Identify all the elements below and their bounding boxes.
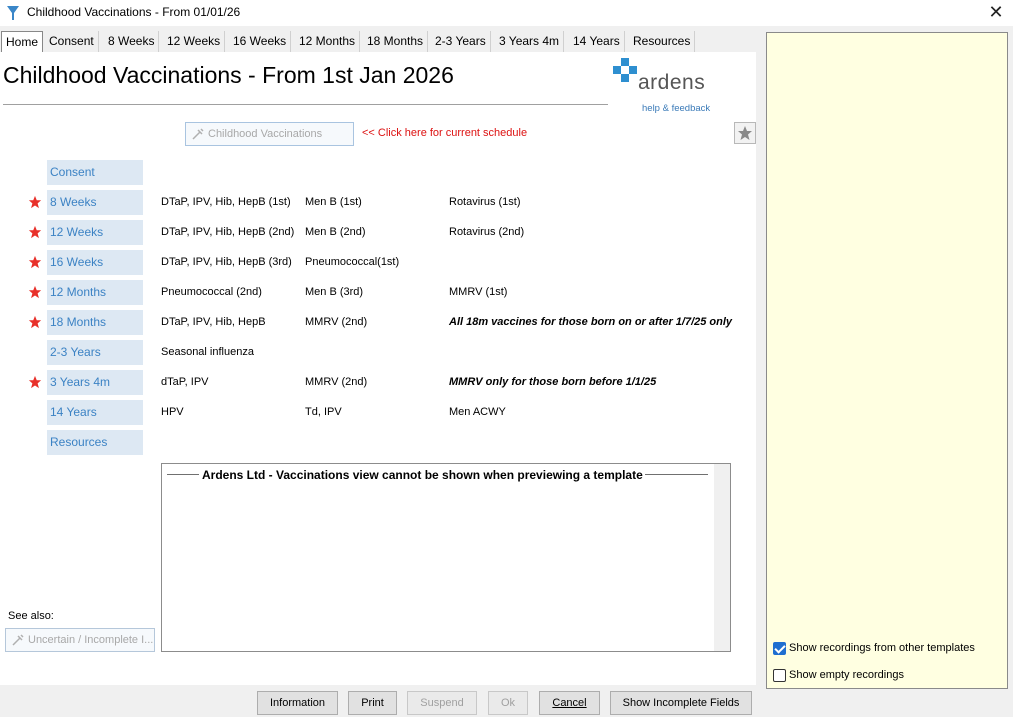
row-note: MMRV only for those born before 1/1/25 [449, 376, 657, 388]
ardens-cross-icon [613, 58, 637, 82]
window-title: Childhood Vaccinations - From 01/01/26 [27, 5, 241, 19]
star-icon [28, 225, 42, 239]
title-divider [3, 104, 608, 105]
tab-consent[interactable]: Consent [45, 31, 99, 52]
app-icon [7, 6, 19, 20]
schedule-row: 18 Months DTaP, IPV, Hib, HepB MMRV (2nd… [0, 310, 756, 335]
show-empty-label: Show empty recordings [789, 669, 904, 681]
row-label-18-months[interactable]: 18 Months [47, 310, 143, 335]
star-icon [28, 375, 42, 389]
schedule-row: 8 Weeks DTaP, IPV, Hib, HepB (1st) Men B… [0, 190, 756, 215]
tab-12-weeks[interactable]: 12 Weeks [163, 31, 226, 52]
row-vaccine-3: Rotavirus (1st) [449, 196, 521, 208]
legend-line-right [645, 474, 708, 475]
legend-line-left [167, 474, 199, 475]
uncertain-incomplete-button[interactable]: Uncertain / Incomplete I... [5, 628, 155, 652]
tab-8-weeks[interactable]: 8 Weeks [104, 31, 160, 52]
row-vaccine-1: HPV [161, 406, 184, 418]
schedule-row: 16 Weeks DTaP, IPV, Hib, HepB (3rd) Pneu… [0, 250, 756, 275]
tab-16-weeks[interactable]: 16 Weeks [229, 31, 292, 52]
row-vaccine-1: dTaP, IPV [161, 376, 209, 388]
row-vaccine-1: DTaP, IPV, Hib, HepB [161, 316, 266, 328]
page-title: Childhood Vaccinations - From 1st Jan 20… [3, 62, 454, 88]
tab-bar: Home Consent 8 Weeks 12 Weeks 16 Weeks 1… [0, 31, 760, 52]
row-label-8-weeks[interactable]: 8 Weeks [47, 190, 143, 215]
tab-12-months[interactable]: 12 Months [295, 31, 361, 52]
row-vaccine-1: DTaP, IPV, Hib, HepB (2nd) [161, 226, 295, 238]
star-icon [28, 315, 42, 329]
row-vaccine-3: Rotavirus (2nd) [449, 226, 525, 238]
row-label-3-years-4m[interactable]: 3 Years 4m [47, 370, 143, 395]
show-other-templates-checkbox[interactable] [773, 642, 786, 655]
cancel-button[interactable]: Cancel [539, 691, 600, 715]
help-feedback-link[interactable]: help & feedback [642, 103, 710, 114]
cancel-label: Cancel [552, 697, 587, 709]
row-vaccine-1: DTaP, IPV, Hib, HepB (1st) [161, 196, 291, 208]
syringe-icon [12, 634, 24, 646]
row-label-consent[interactable]: Consent [47, 160, 143, 185]
suspend-button[interactable]: Suspend [407, 691, 477, 715]
vaccinations-view-message: Ardens Ltd - Vaccinations view cannot be… [202, 468, 643, 482]
syringe-icon [192, 128, 204, 140]
show-incomplete-fields-button[interactable]: Show Incomplete Fields [610, 691, 752, 715]
row-vaccine-2: Td, IPV [305, 406, 342, 418]
schedule-row: 2-3 Years Seasonal influenza [0, 340, 756, 365]
vaccinations-view-scrollbar[interactable] [714, 464, 730, 651]
tab-home[interactable]: Home [1, 31, 44, 52]
row-label-12-weeks[interactable]: 12 Weeks [47, 220, 143, 245]
row-vaccine-1: Seasonal influenza [161, 346, 254, 358]
row-vaccine-1: Pneumococcal (2nd) [161, 286, 262, 298]
row-label-2-3-years[interactable]: 2-3 Years [47, 340, 143, 365]
childhood-vaccinations-button[interactable]: Childhood Vaccinations [185, 122, 354, 146]
row-vaccine-2: Pneumococcal(1st) [305, 256, 400, 268]
row-vaccine-3: MMRV (1st) [449, 286, 508, 298]
schedule-row: 12 Months Pneumococcal (2nd) Men B (3rd)… [0, 280, 756, 305]
row-label-12-months[interactable]: 12 Months [47, 280, 143, 305]
row-vaccine-2: Men B (2nd) [305, 226, 366, 238]
star-icon [28, 255, 42, 269]
row-vaccine-2: MMRV (2nd) [305, 316, 368, 328]
row-vaccine-3: Men ACWY [449, 406, 506, 418]
uncertain-incomplete-label: Uncertain / Incomplete I... [28, 634, 154, 646]
schedule-row: 14 Years HPV Td, IPV Men ACWY [0, 400, 756, 425]
see-also-label: See also: [8, 610, 54, 622]
vaccinations-view-panel: Ardens Ltd - Vaccinations view cannot be… [161, 463, 731, 652]
recordings-panel: Show recordings from other templates Sho… [766, 32, 1008, 689]
row-note: All 18m vaccines for those born on or af… [449, 316, 733, 328]
schedule-row: Resources [0, 430, 756, 455]
logo-wordmark: ardens [638, 71, 706, 94]
star-icon [28, 195, 42, 209]
title-bar: Childhood Vaccinations - From 01/01/26 ✕ [0, 0, 1013, 26]
childhood-vaccinations-label: Childhood Vaccinations [208, 128, 323, 140]
row-label-16-weeks[interactable]: 16 Weeks [47, 250, 143, 275]
star-icon [738, 126, 752, 140]
row-vaccine-2: MMRV (2nd) [305, 376, 368, 388]
tab-3-years-4m[interactable]: 3 Years 4m [495, 31, 565, 52]
row-vaccine-2: Men B (1st) [305, 196, 362, 208]
row-label-resources[interactable]: Resources [47, 430, 143, 455]
ok-button[interactable]: Ok [488, 691, 528, 715]
favourite-button[interactable] [734, 122, 756, 144]
tab-14-years[interactable]: 14 Years [569, 31, 625, 52]
main-content: Childhood Vaccinations - From 1st Jan 20… [0, 52, 756, 685]
row-label-14-years[interactable]: 14 Years [47, 400, 143, 425]
schedule-row: 3 Years 4m dTaP, IPV MMRV (2nd) MMRV onl… [0, 370, 756, 395]
tab-18-months[interactable]: 18 Months [363, 31, 429, 52]
star-icon [28, 285, 42, 299]
show-other-templates-label: Show recordings from other templates [789, 642, 975, 654]
show-empty-checkbox[interactable] [773, 669, 786, 682]
close-icon[interactable]: ✕ [985, 2, 1007, 24]
schedule-row: 12 Weeks DTaP, IPV, Hib, HepB (2nd) Men … [0, 220, 756, 245]
ardens-logo[interactable]: ardens help & feedback [612, 57, 727, 114]
tab-2-3-years[interactable]: 2-3 Years [431, 31, 491, 52]
row-vaccine-1: DTaP, IPV, Hib, HepB (3rd) [161, 256, 292, 268]
row-vaccine-2: Men B (3rd) [305, 286, 364, 298]
current-schedule-link[interactable]: << Click here for current schedule [362, 127, 527, 139]
tab-resources[interactable]: Resources [629, 31, 696, 52]
print-button[interactable]: Print [348, 691, 397, 715]
information-button[interactable]: Information [257, 691, 338, 715]
schedule-row: Consent [0, 160, 756, 185]
